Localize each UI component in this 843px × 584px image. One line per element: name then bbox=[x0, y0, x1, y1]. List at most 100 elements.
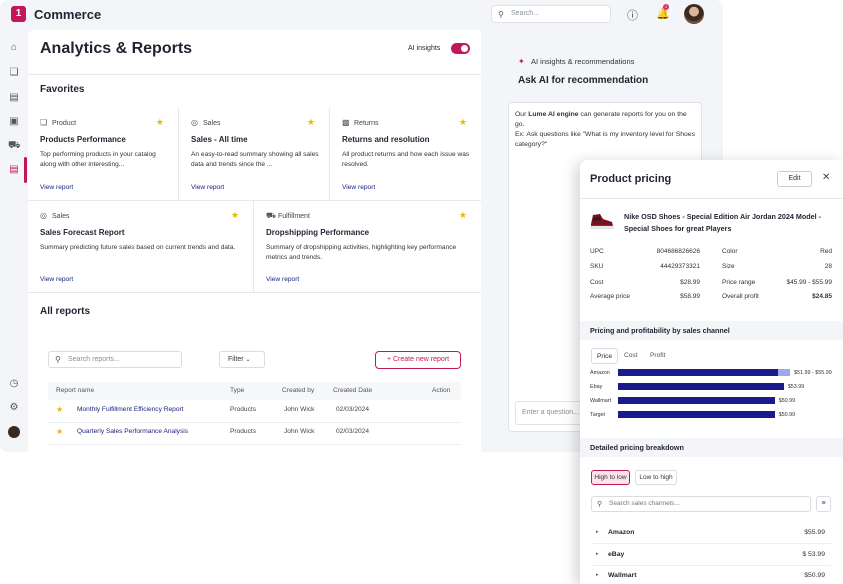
create-report-button[interactable]: + Create new report bbox=[375, 351, 461, 369]
bar-category-label: Ebay bbox=[590, 384, 603, 390]
report-name-link[interactable]: Quarterly Sales Performance Analysis bbox=[77, 428, 188, 435]
report-date: 02/03/2024 bbox=[336, 406, 370, 413]
clock-icon[interactable]: ◷ bbox=[8, 378, 20, 390]
reports-table-header: Report name Type Created by Created Date… bbox=[48, 382, 461, 400]
report-date: 02/03/2024 bbox=[336, 428, 370, 435]
ai-insights-label: AI insights bbox=[408, 45, 441, 52]
card-title: Returns and resolution bbox=[342, 135, 430, 144]
profile-icon[interactable] bbox=[8, 426, 20, 438]
target-icon: ◎ bbox=[40, 211, 47, 220]
star-icon[interactable]: ★ bbox=[459, 117, 467, 128]
report-name-link[interactable]: Monthly Fulfillment Efficiency Report bbox=[77, 406, 184, 413]
channel-section-title: Pricing and profitability by sales chann… bbox=[580, 321, 843, 340]
card-description: All product returns and how each issue w… bbox=[342, 151, 470, 168]
channel-row[interactable]: ▸ eBay $ 53.99 bbox=[591, 544, 831, 566]
view-report-link[interactable]: View report bbox=[342, 184, 375, 191]
col-header[interactable]: Report name bbox=[56, 387, 94, 394]
channel-search-input[interactable]: ⚲ Search sales channels... bbox=[591, 496, 811, 512]
kv-value: $24.85 bbox=[812, 293, 832, 300]
reports-search-input[interactable]: ⚲ Search reports... bbox=[48, 351, 182, 368]
kv-label: SKU bbox=[590, 263, 604, 270]
favorite-card[interactable]: ◎ Sales ★ Sales - All time An easy-to-rea… bbox=[179, 108, 330, 201]
channel-row[interactable]: ▸ Wallmart $50.99 bbox=[591, 565, 831, 584]
search-icon: ⚲ bbox=[597, 501, 603, 508]
card-description: Summary of dropshipping activities, high… bbox=[266, 244, 457, 261]
channel-row[interactable]: ▸ Amazon $55.99 bbox=[591, 522, 831, 544]
col-header[interactable]: Created by bbox=[282, 387, 314, 394]
cubes-icon[interactable]: ❏ bbox=[8, 67, 20, 79]
close-icon[interactable]: ✕ bbox=[822, 172, 830, 183]
kv-label: Average price bbox=[590, 293, 630, 300]
star-icon[interactable]: ★ bbox=[156, 117, 164, 128]
tab-price[interactable]: Price bbox=[591, 348, 619, 364]
bar-value-label: $53.99 bbox=[787, 384, 805, 390]
kv-value: $28.99 bbox=[680, 279, 700, 286]
favorite-card[interactable]: ◎ Sales ★ Sales Forecast Report Summary p… bbox=[28, 201, 254, 293]
all-reports-title: All reports bbox=[40, 306, 91, 317]
card-category: ⛟ Fulfillment bbox=[266, 211, 310, 220]
reports-icon[interactable]: ▤ bbox=[8, 164, 20, 176]
star-icon[interactable]: ★ bbox=[231, 210, 239, 221]
col-header[interactable]: Created Date bbox=[333, 387, 372, 394]
help-icon[interactable]: ⓘ bbox=[627, 7, 638, 23]
box-icon: ❏ bbox=[40, 118, 48, 127]
view-report-link[interactable]: View report bbox=[266, 276, 299, 283]
sparkle-icon: ✦ bbox=[518, 57, 525, 66]
divider bbox=[580, 198, 843, 199]
orders-icon[interactable]: ▣ bbox=[8, 116, 20, 128]
report-author: John Wick bbox=[284, 406, 315, 413]
card-category: ▩ Returns bbox=[342, 118, 379, 127]
kv-label: Cost bbox=[590, 279, 604, 286]
kv-label: Overall profit bbox=[722, 293, 759, 300]
kv-value: 44429373321 bbox=[660, 263, 700, 270]
sort-low-to-high[interactable]: Low to high bbox=[635, 470, 677, 485]
left-nav: ⌂ ❏ ▤ ▣ ⛟ ▤ ◷ ⚙ bbox=[0, 30, 28, 452]
filter-dropdown[interactable]: Filter ⌄ bbox=[219, 351, 265, 368]
truck-icon[interactable]: ⛟ bbox=[8, 140, 21, 152]
page-title: Analytics & Reports bbox=[40, 40, 193, 57]
favorite-card[interactable]: ❏ Product ★ Products Performance Top perf… bbox=[28, 108, 179, 201]
col-header[interactable]: Type bbox=[230, 387, 244, 394]
app-title: Commerce bbox=[34, 7, 102, 22]
price-bar bbox=[618, 397, 775, 404]
divider bbox=[28, 74, 481, 75]
bar-value-label: $50.99 bbox=[778, 398, 796, 404]
view-report-link[interactable]: View report bbox=[40, 184, 73, 191]
store-icon[interactable]: ▤ bbox=[8, 92, 20, 104]
global-search-input[interactable]: ⚲ Search... bbox=[491, 5, 611, 23]
home-icon[interactable]: ⌂ bbox=[8, 42, 20, 54]
target-icon: ◎ bbox=[191, 118, 198, 127]
star-icon[interactable]: ★ bbox=[307, 117, 315, 128]
star-icon[interactable]: ★ bbox=[56, 427, 63, 436]
view-report-link[interactable]: View report bbox=[191, 184, 224, 191]
breakdown-section-title: Detailed pricing breakdown bbox=[580, 438, 843, 457]
table-row[interactable]: ★ Monthly Fulfillment Efficiency Report … bbox=[48, 401, 461, 423]
kv-label: Color bbox=[722, 248, 738, 255]
price-bar bbox=[618, 411, 775, 418]
tab-profit[interactable]: Profit bbox=[645, 348, 670, 364]
chevron-right-icon: ▸ bbox=[596, 572, 599, 578]
filter-icon[interactable]: ≡ bbox=[816, 496, 831, 512]
kv-label: UPC bbox=[590, 248, 604, 255]
card-category: ❏ Product bbox=[40, 118, 77, 127]
report-author: John Wick bbox=[284, 428, 315, 435]
star-icon[interactable]: ★ bbox=[459, 210, 467, 221]
user-avatar[interactable] bbox=[684, 4, 704, 24]
favorite-card[interactable]: ▩ Returns ★ Returns and resolution All pr… bbox=[330, 108, 481, 201]
favorites-grid: ❏ Product ★ Products Performance Top perf… bbox=[28, 108, 481, 293]
channel-price: $ 53.99 bbox=[802, 551, 825, 558]
bank-icon: ▩ bbox=[342, 118, 350, 127]
gear-icon[interactable]: ⚙ bbox=[8, 402, 20, 414]
edit-button[interactable]: Edit bbox=[777, 171, 812, 187]
view-report-link[interactable]: View report bbox=[40, 276, 73, 283]
favorite-card[interactable]: ⛟ Fulfillment ★ Dropshipping Performance … bbox=[254, 201, 481, 293]
favorites-title: Favorites bbox=[40, 84, 85, 95]
truck-icon: ⛟ bbox=[266, 211, 277, 220]
table-row[interactable]: ★ Quarterly Sales Performance Analysis P… bbox=[48, 423, 461, 445]
star-icon[interactable]: ★ bbox=[56, 405, 63, 414]
card-title: Products Performance bbox=[40, 135, 126, 144]
ai-insights-toggle[interactable] bbox=[451, 43, 470, 54]
tab-cost[interactable]: Cost bbox=[619, 348, 643, 364]
sort-high-to-low[interactable]: High to low bbox=[591, 470, 630, 485]
app-logo[interactable]: 1 bbox=[11, 6, 26, 22]
